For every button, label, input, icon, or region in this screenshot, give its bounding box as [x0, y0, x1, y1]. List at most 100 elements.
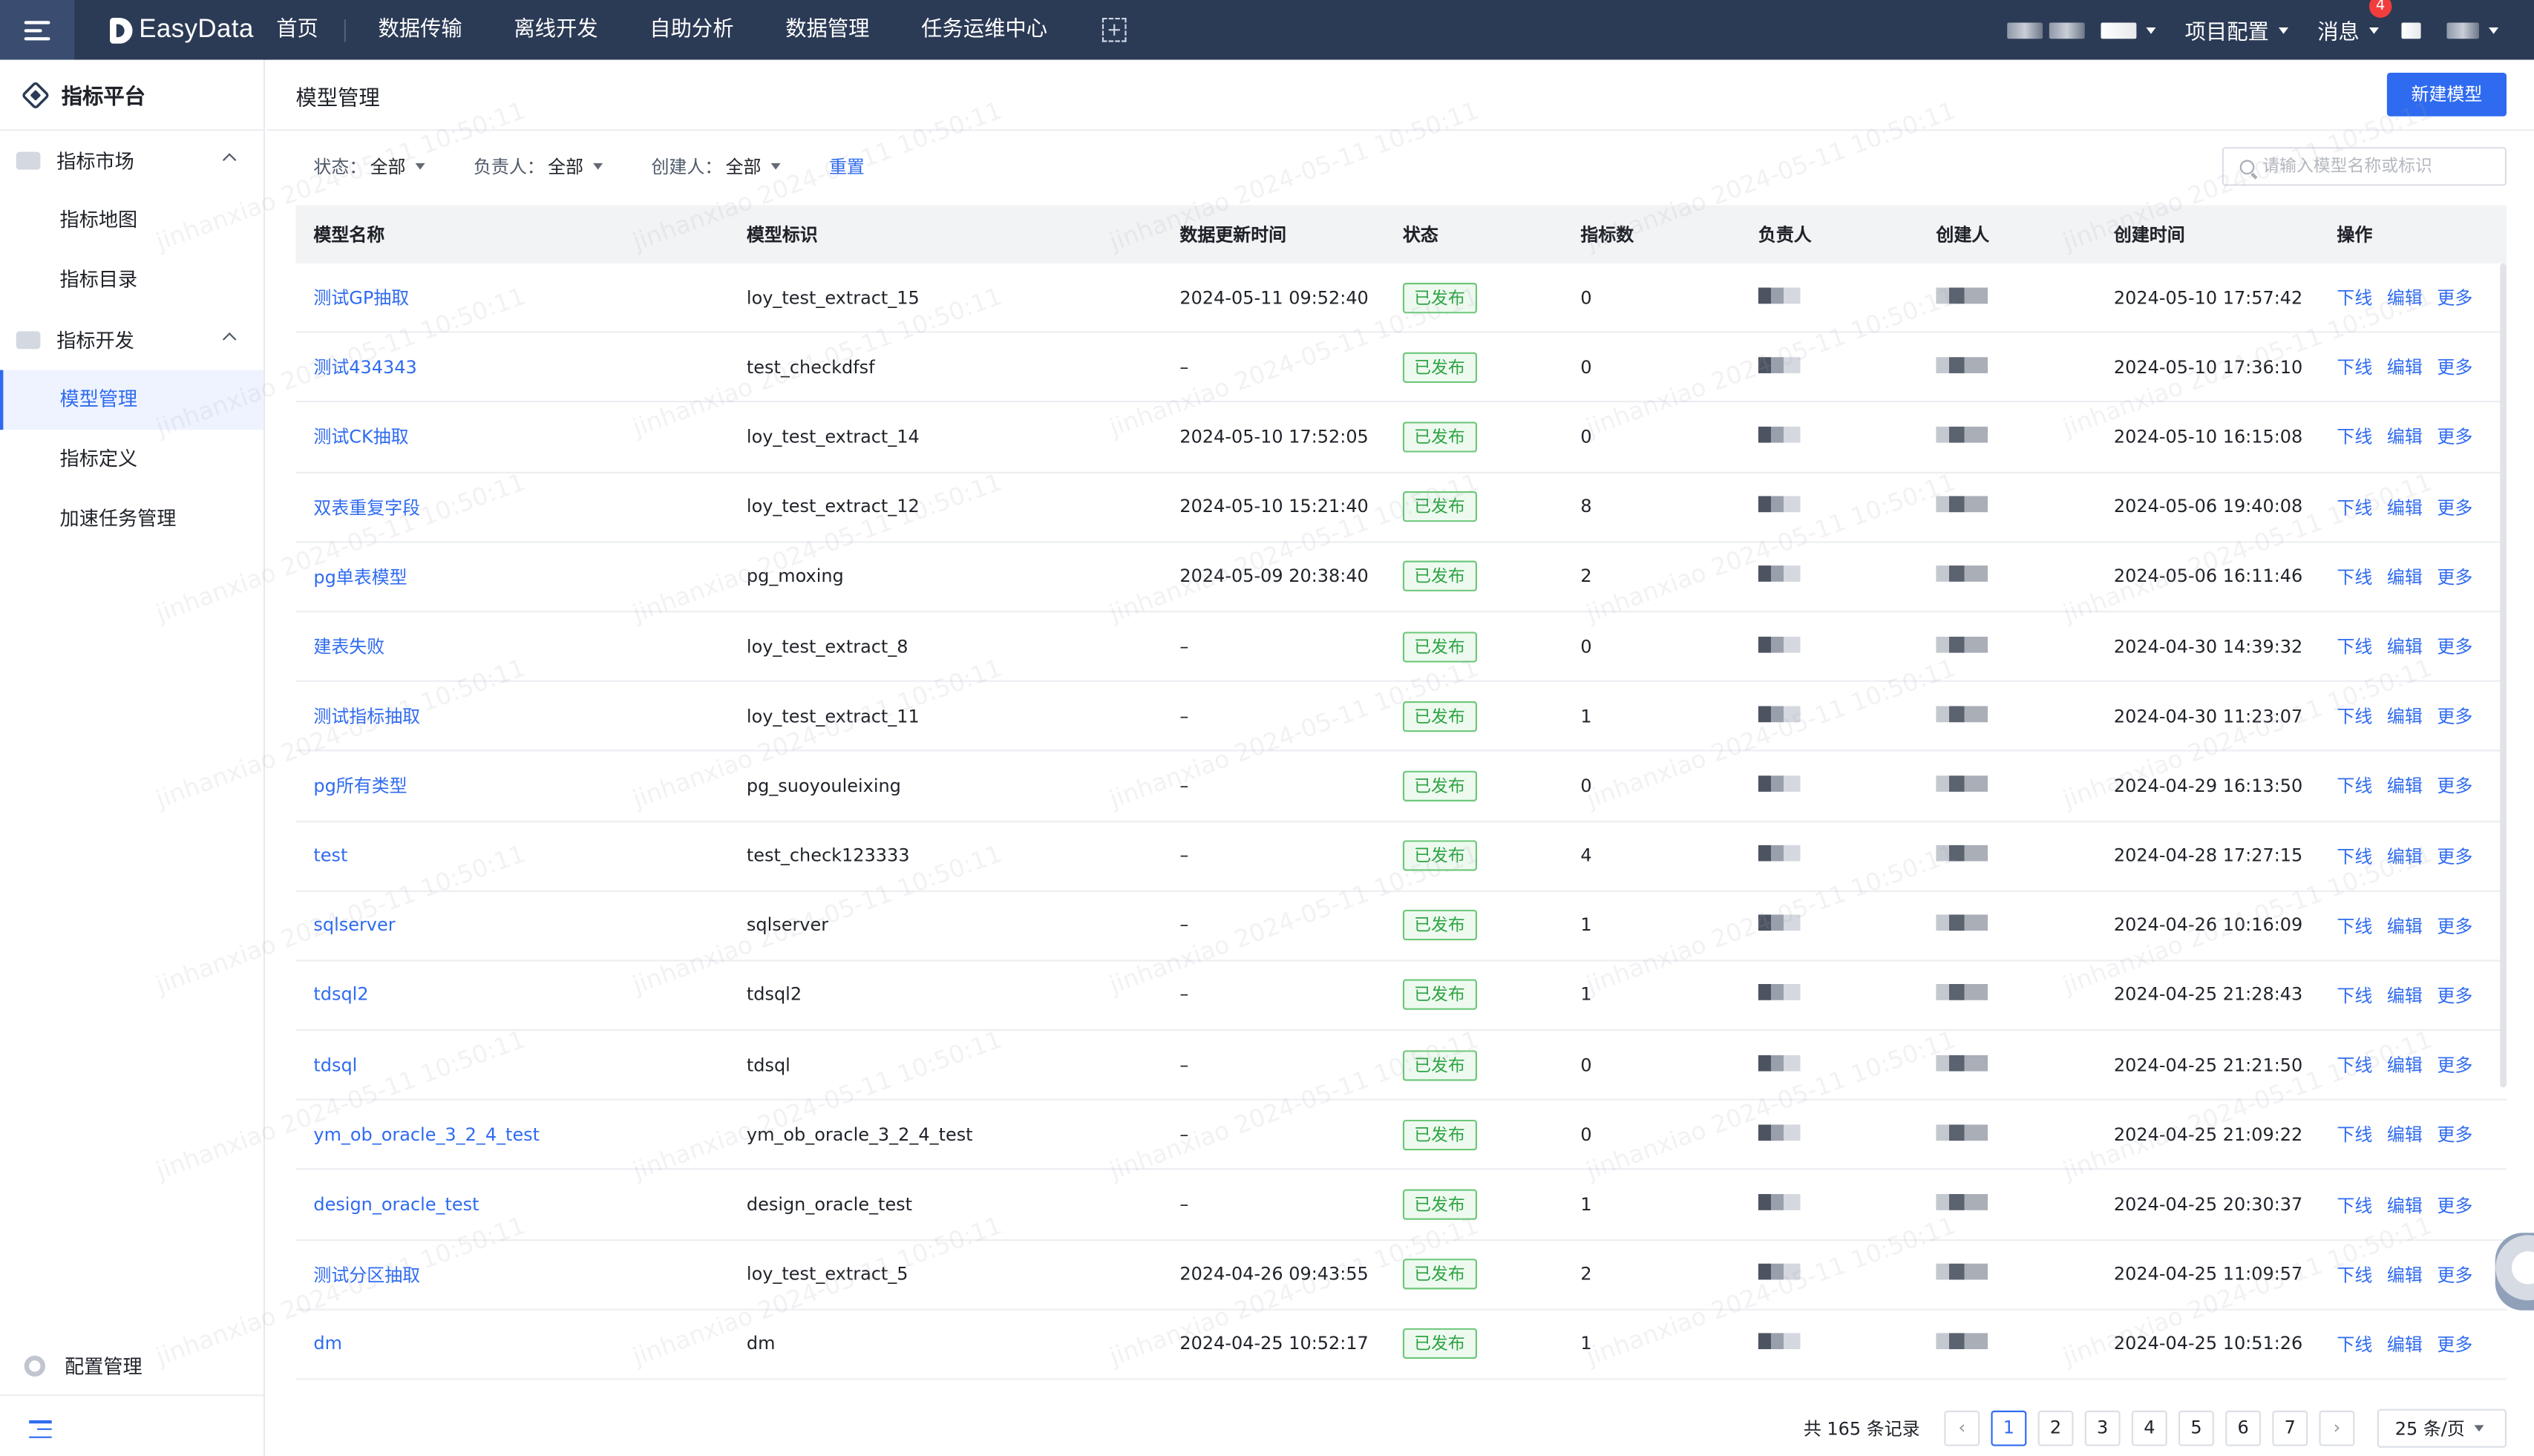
offline-action[interactable]: 下线 [2337, 567, 2372, 588]
sidebar-group-market[interactable]: 指标市场 [0, 131, 263, 191]
offline-action[interactable]: 下线 [2337, 986, 2372, 1006]
page-number-button[interactable]: 4 [2131, 1410, 2167, 1446]
model-name-link[interactable]: tdsql [313, 1055, 357, 1075]
edit-action[interactable]: 编辑 [2387, 288, 2423, 309]
page-number-button[interactable]: 5 [2178, 1410, 2214, 1446]
more-action[interactable]: 更多 [2437, 497, 2472, 518]
edit-action[interactable]: 编辑 [2387, 1265, 2423, 1285]
creator-filter[interactable]: 创建人： 全部 [651, 154, 781, 180]
model-name-link[interactable]: 测试434343 [313, 358, 416, 378]
prev-page-button[interactable]: ‹ [1944, 1410, 1980, 1446]
model-name-link[interactable]: 测试GP抽取 [313, 288, 409, 309]
status-filter[interactable]: 状态： 全部 [313, 154, 425, 180]
model-name-link[interactable]: tdsql2 [313, 985, 368, 1006]
offline-action[interactable]: 下线 [2337, 358, 2372, 378]
project-selector[interactable] [2101, 22, 2137, 39]
more-action[interactable]: 更多 [2437, 846, 2472, 867]
sidebar-item-metric-catalog[interactable]: 指标目录 [0, 250, 263, 310]
more-action[interactable]: 更多 [2437, 427, 2472, 448]
page-size-select[interactable]: 25 条/页 [2377, 1409, 2507, 1448]
nav-data-management[interactable]: 数据管理 [759, 0, 895, 60]
assistant-robot-icon[interactable] [2495, 1233, 2534, 1311]
edit-action[interactable]: 编辑 [2387, 916, 2423, 937]
edit-action[interactable]: 编辑 [2387, 1055, 2423, 1076]
next-page-button[interactable]: › [2319, 1410, 2355, 1446]
model-name-link[interactable]: pg单表模型 [313, 567, 407, 588]
table-scrollbar[interactable] [2500, 263, 2507, 1088]
sidebar-item-model-management[interactable]: 模型管理 [0, 370, 263, 430]
edit-action[interactable]: 编辑 [2387, 706, 2423, 727]
sidebar-group-dev[interactable]: 指标开发 [0, 310, 263, 370]
page-number-button[interactable]: 1 [1991, 1410, 2027, 1446]
model-name-link[interactable]: dm [313, 1334, 342, 1354]
edit-action[interactable]: 编辑 [2387, 358, 2423, 378]
offline-action[interactable]: 下线 [2337, 497, 2372, 518]
sidebar-config-management[interactable]: 配置管理 [0, 1338, 263, 1397]
page-number-button[interactable]: 3 [2084, 1410, 2121, 1446]
more-action[interactable]: 更多 [2437, 1125, 2472, 1146]
user-menu[interactable] [2446, 22, 2499, 39]
offline-action[interactable]: 下线 [2337, 1334, 2372, 1355]
page-number-button[interactable]: 6 [2225, 1410, 2262, 1446]
edit-action[interactable]: 编辑 [2387, 637, 2423, 658]
edit-action[interactable]: 编辑 [2387, 427, 2423, 448]
more-action[interactable]: 更多 [2437, 986, 2472, 1006]
model-name-link[interactable]: 双表重复字段 [313, 497, 420, 518]
more-action[interactable]: 更多 [2437, 1195, 2472, 1216]
model-name-link[interactable]: sqlserver [313, 915, 395, 936]
model-name-link[interactable]: pg所有类型 [313, 776, 407, 797]
more-action[interactable]: 更多 [2437, 567, 2472, 588]
model-name-link[interactable]: ym_ob_oracle_3_2_4_test [313, 1124, 540, 1145]
app-menu-button[interactable] [0, 0, 75, 60]
more-action[interactable]: 更多 [2437, 1334, 2472, 1355]
edit-action[interactable]: 编辑 [2387, 846, 2423, 867]
edit-action[interactable]: 编辑 [2387, 497, 2423, 518]
sidebar-item-metric-definition[interactable]: 指标定义 [0, 430, 263, 490]
offline-action[interactable]: 下线 [2337, 288, 2372, 309]
offline-action[interactable]: 下线 [2337, 637, 2372, 658]
offline-action[interactable]: 下线 [2337, 1125, 2372, 1146]
offline-action[interactable]: 下线 [2337, 706, 2372, 727]
edit-action[interactable]: 编辑 [2387, 1195, 2423, 1216]
offline-action[interactable]: 下线 [2337, 427, 2372, 448]
nav-home[interactable]: 首页 [276, 0, 344, 60]
offline-action[interactable]: 下线 [2337, 846, 2372, 867]
more-action[interactable]: 更多 [2437, 358, 2472, 378]
offline-action[interactable]: 下线 [2337, 916, 2372, 937]
offline-action[interactable]: 下线 [2337, 1195, 2372, 1216]
add-tab-icon[interactable] [1102, 17, 1127, 42]
owner-filter[interactable]: 负责人： 全部 [474, 154, 603, 180]
reset-filters-link[interactable]: 重置 [829, 154, 865, 180]
page-number-button[interactable]: 7 [2272, 1410, 2308, 1446]
more-action[interactable]: 更多 [2437, 706, 2472, 727]
offline-action[interactable]: 下线 [2337, 1265, 2372, 1285]
sidebar-item-metric-map[interactable]: 指标地图 [0, 191, 263, 251]
offline-action[interactable]: 下线 [2337, 776, 2372, 797]
nav-self-analysis[interactable]: 自助分析 [623, 0, 759, 60]
model-name-link[interactable]: 建表失败 [313, 637, 384, 658]
edit-action[interactable]: 编辑 [2387, 1125, 2423, 1146]
nav-offline-dev[interactable]: 离线开发 [488, 0, 624, 60]
more-action[interactable]: 更多 [2437, 637, 2472, 658]
project-config-menu[interactable]: 项目配置 [2185, 15, 2289, 45]
new-model-button[interactable]: 新建模型 [2386, 72, 2507, 117]
more-action[interactable]: 更多 [2437, 776, 2472, 797]
sidebar-item-acceleration-tasks[interactable]: 加速任务管理 [0, 490, 263, 550]
model-name-link[interactable]: design_oracle_test [313, 1194, 479, 1215]
more-action[interactable]: 更多 [2437, 1055, 2472, 1076]
edit-action[interactable]: 编辑 [2387, 986, 2423, 1006]
nav-ops-center[interactable]: 任务运维中心 [895, 0, 1073, 60]
messages-menu[interactable]: 消息 4 [2317, 0, 2392, 45]
model-name-link[interactable]: test [313, 845, 347, 866]
more-action[interactable]: 更多 [2437, 1265, 2472, 1285]
model-name-link[interactable]: 测试指标抽取 [313, 706, 420, 727]
model-name-link[interactable]: 测试CK抽取 [313, 427, 408, 448]
edit-action[interactable]: 编辑 [2387, 567, 2423, 588]
collapse-sidebar-icon[interactable] [29, 1420, 52, 1438]
logo[interactable]: EasyData [110, 16, 254, 45]
edit-action[interactable]: 编辑 [2387, 776, 2423, 797]
search-input[interactable] [2262, 157, 2489, 177]
page-number-button[interactable]: 2 [2037, 1410, 2074, 1446]
nav-data-transfer[interactable]: 数据传输 [353, 0, 488, 60]
more-action[interactable]: 更多 [2437, 916, 2472, 937]
